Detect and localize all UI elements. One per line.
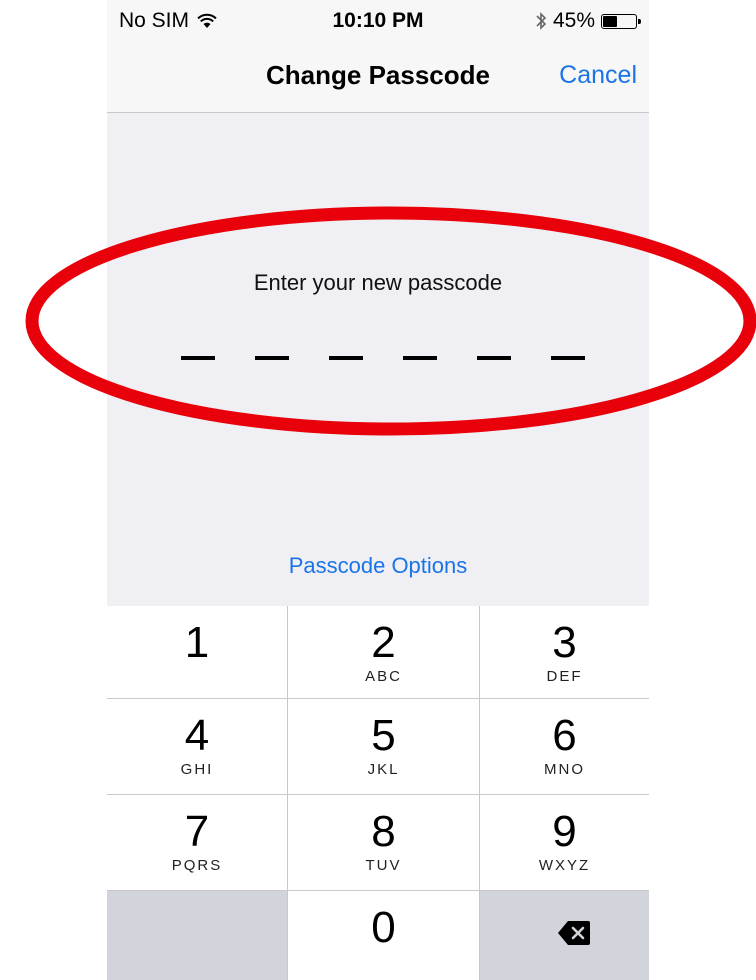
- delete-key[interactable]: [480, 891, 649, 980]
- status-right: 45%: [535, 9, 641, 33]
- key-letters: DEF: [546, 668, 583, 685]
- passcode-digit-slots: [181, 356, 585, 362]
- key-letters: ABC: [365, 668, 402, 685]
- key-digit: 0: [371, 903, 396, 952]
- key-digit: 9: [552, 807, 577, 856]
- key-digit: 3: [552, 618, 577, 667]
- status-bar: No SIM 10:10 PM 45%: [107, 0, 649, 40]
- keypad-divider: [107, 698, 649, 699]
- passcode-digit-slot: [477, 356, 511, 360]
- key-9[interactable]: 9 WXYZ: [480, 795, 649, 890]
- key-digit: 6: [552, 711, 577, 760]
- battery-tip: [638, 18, 641, 24]
- keypad-divider: [287, 606, 288, 980]
- passcode-prompt: Enter your new passcode: [253, 270, 503, 295]
- key-7[interactable]: 7 PQRS: [107, 795, 287, 890]
- key-letters: JKL: [367, 761, 400, 778]
- key-letters: PQRS: [171, 857, 223, 874]
- passcode-digit-slot: [329, 356, 363, 360]
- battery-percent: 45%: [552, 9, 595, 32]
- phone-screen: No SIM 10:10 PM 45% Change Passcode Canc…: [107, 0, 649, 980]
- battery-fill: [603, 15, 617, 27]
- key-1[interactable]: 1: [107, 606, 287, 698]
- key-letters: GHI: [180, 761, 214, 778]
- cancel-button[interactable]: Cancel: [559, 61, 637, 90]
- key-digit: 4: [184, 711, 210, 760]
- passcode-digit-slot: [181, 356, 215, 360]
- keypad-divider: [107, 890, 649, 891]
- key-letters: TUV: [365, 857, 402, 874]
- key-8[interactable]: 8 TUV: [288, 795, 479, 890]
- passcode-digit-slot: [255, 356, 289, 360]
- nav-bar: Change Passcode Cancel: [107, 40, 649, 113]
- passcode-digit-slot: [551, 356, 585, 360]
- key-5[interactable]: 5 JKL: [288, 699, 479, 794]
- key-4[interactable]: 4 GHI: [107, 699, 287, 794]
- key-3[interactable]: 3 DEF: [480, 606, 649, 698]
- key-2[interactable]: 2 ABC: [288, 606, 479, 698]
- bluetooth-icon: [536, 12, 547, 30]
- battery-icon: [601, 13, 641, 29]
- key-0[interactable]: 0: [288, 891, 479, 980]
- keypad-divider: [107, 794, 649, 795]
- key-blank: [107, 891, 287, 980]
- key-digit: 7: [184, 807, 210, 856]
- key-digit: 5: [371, 711, 396, 760]
- backspace-icon: [558, 921, 590, 945]
- passcode-options-button[interactable]: Passcode Options: [107, 553, 649, 579]
- passcode-digit-slot: [403, 356, 437, 360]
- key-letters: MNO: [544, 761, 585, 778]
- key-digit: 2: [371, 618, 396, 667]
- key-letters: WXYZ: [538, 857, 591, 874]
- numeric-keypad: 1 2 ABC 3 DEF 4 GHI 5 JKL 6 MNO 7 PQRS 8 TUV 9W…: [107, 606, 649, 980]
- key-6[interactable]: 6 MNO: [480, 699, 649, 794]
- keypad-divider: [479, 606, 480, 980]
- key-digit: 1: [184, 618, 210, 667]
- key-digit: 8: [371, 807, 396, 856]
